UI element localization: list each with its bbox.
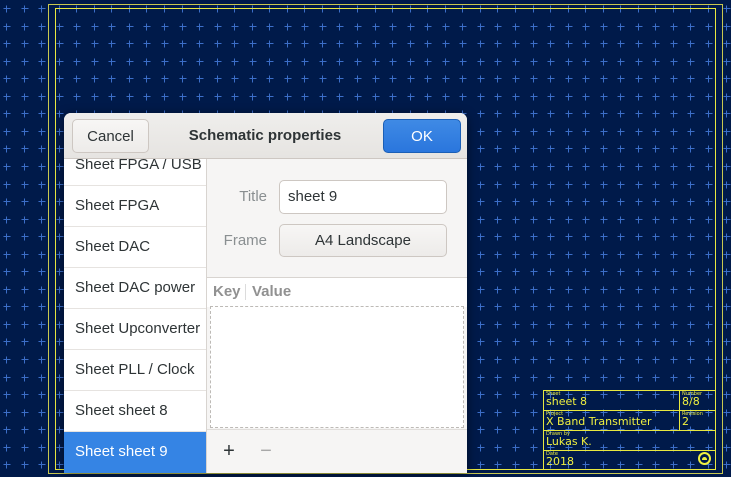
title-input[interactable]: sheet 9 <box>279 180 447 214</box>
frame-field-label: Frame <box>223 232 267 249</box>
sheet-list-item-pll-clock[interactable]: Sheet PLL / Clock <box>64 350 206 391</box>
title-block-row-project: Project X Band Transmitter Revision 2 <box>544 411 715 431</box>
value-column-header[interactable]: Value <box>252 278 291 306</box>
title-block-drawn-cell: Drawn by Lukas K. <box>544 431 717 450</box>
key-column-header[interactable]: Key <box>213 278 241 306</box>
title-block-number-value: 8/8 <box>682 395 700 408</box>
column-separator <box>245 284 246 300</box>
key-value-toolbar: + − <box>207 429 467 473</box>
dialog-headerbar: Cancel Schematic properties OK <box>64 113 467 159</box>
sheet-list: Sheet FPGA / USB Sheet FPGA Sheet DAC Sh… <box>64 159 207 473</box>
title-block-row-drawn: Drawn by Lukas K. <box>544 431 715 451</box>
sheet-list-item-sheet-9[interactable]: Sheet sheet 9 <box>64 432 206 473</box>
sheet-list-item-upconverter[interactable]: Sheet Upconverter <box>64 309 206 350</box>
title-block-project-cell: Project X Band Transmitter <box>544 411 680 430</box>
sheet-properties-panel: Title sheet 9 Frame A4 Landscape Key Val… <box>207 159 467 473</box>
remove-icon[interactable]: − <box>253 438 279 464</box>
sheet-list-item-sheet-8[interactable]: Sheet sheet 8 <box>64 391 206 432</box>
title-block-revision-value: 2 <box>682 415 689 428</box>
title-block-project-value: X Band Transmitter <box>546 415 652 428</box>
sheet-list-item-dac[interactable]: Sheet DAC <box>64 227 206 268</box>
schematic-properties-dialog: Cancel Schematic properties OK Sheet FPG… <box>64 113 467 473</box>
sheet-list-item-dac-power[interactable]: Sheet DAC power <box>64 268 206 309</box>
title-block-sheet-cell: Sheet sheet 8 <box>544 391 680 410</box>
title-block-row-date: Date 2018 <box>544 451 715 470</box>
title-block-sheet-value: sheet 8 <box>546 395 588 408</box>
dialog-title: Schematic properties <box>188 127 342 144</box>
key-value-table-body[interactable] <box>210 306 464 428</box>
title-block-number-cell: Number 8/8 <box>680 391 717 410</box>
title-field-label: Title <box>239 188 267 205</box>
cancel-button[interactable]: Cancel <box>72 119 149 153</box>
title-block-revision-cell: Revision 2 <box>680 411 717 430</box>
logo-icon <box>698 452 711 465</box>
add-icon[interactable]: + <box>216 438 242 464</box>
frame-select-button[interactable]: A4 Landscape <box>279 224 447 257</box>
ok-button[interactable]: OK <box>383 119 461 153</box>
title-block-date-value: 2018 <box>546 455 574 468</box>
title-block-drawn-value: Lukas K. <box>546 435 592 448</box>
title-block-date-cell: Date 2018 <box>544 451 717 470</box>
sheet-list-item-fpga-usb[interactable]: Sheet FPGA / USB <box>64 159 206 186</box>
title-block-row-sheet: Sheet sheet 8 Number 8/8 <box>544 391 715 411</box>
title-block: Sheet sheet 8 Number 8/8 Project X Band … <box>543 390 716 470</box>
key-value-table-header: Key Value <box>207 277 467 307</box>
sheet-list-item-fpga[interactable]: Sheet FPGA <box>64 186 206 227</box>
